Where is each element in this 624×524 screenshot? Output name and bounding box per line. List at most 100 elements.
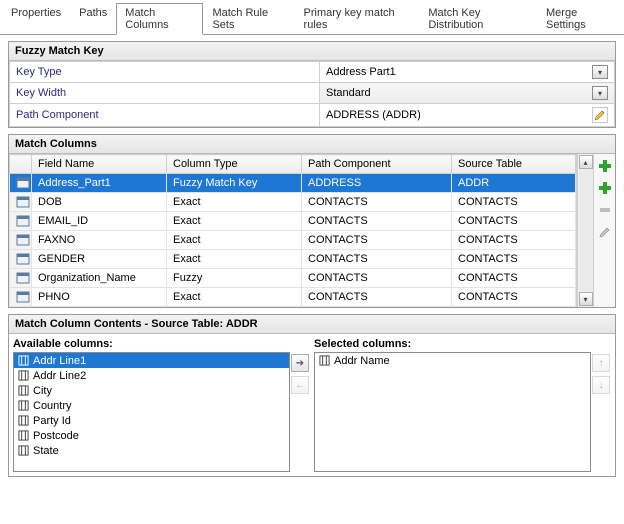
key-type-field[interactable]: Address Part1 ▾ [320, 62, 615, 83]
list-item[interactable]: City [14, 383, 289, 398]
chevron-down-icon[interactable]: ▾ [592, 65, 608, 79]
list-item[interactable]: Country [14, 398, 289, 413]
row-icon [10, 174, 32, 193]
cell-path-component: CONTACTS [302, 231, 452, 250]
vertical-scrollbar[interactable]: ▴ ▾ [577, 154, 593, 307]
table-row[interactable]: GENDERExactCONTACTSCONTACTS [10, 250, 576, 269]
cell-source-table: CONTACTS [452, 212, 576, 231]
col-column-type[interactable]: Column Type [167, 155, 302, 174]
list-item[interactable]: Party Id [14, 413, 289, 428]
cell-path-component: CONTACTS [302, 212, 452, 231]
pencil-icon[interactable] [592, 107, 608, 123]
list-item-label: Addr Name [334, 355, 390, 367]
path-component-value: ADDRESS (ADDR) [326, 109, 421, 121]
table-row[interactable]: Organization_NameFuzzyCONTACTSCONTACTS [10, 269, 576, 288]
cell-source-table: CONTACTS [452, 269, 576, 288]
list-item-label: State [33, 445, 59, 457]
move-up-button[interactable]: ↑ [592, 354, 610, 372]
tab-properties[interactable]: Properties [2, 3, 70, 35]
chevron-down-icon[interactable]: ▾ [592, 86, 608, 100]
table-row[interactable]: FAXNOExactCONTACTSCONTACTS [10, 231, 576, 250]
table-row[interactable]: DOBExactCONTACTSCONTACTS [10, 193, 576, 212]
available-columns-label: Available columns: [13, 338, 310, 350]
path-component-field[interactable]: ADDRESS (ADDR) [320, 104, 615, 127]
row-icon [10, 288, 32, 307]
move-down-button[interactable]: ↓ [592, 376, 610, 394]
row-icon [10, 212, 32, 231]
list-item[interactable]: Addr Line1 [14, 353, 289, 368]
cell-column-type: Fuzzy [167, 269, 302, 288]
table-row[interactable]: Address_Part1Fuzzy Match KeyADDRESSADDR [10, 174, 576, 193]
cell-source-table: CONTACTS [452, 250, 576, 269]
remove-button[interactable] [596, 201, 614, 219]
match-columns-panel: Match Columns Field Name Column Type Pat… [8, 134, 616, 308]
tab-primary-key-match-rules[interactable]: Primary key match rules [295, 3, 420, 35]
row-icon [10, 231, 32, 250]
fuzzy-panel-title: Fuzzy Match Key [9, 42, 615, 61]
cell-path-component: ADDRESS [302, 174, 452, 193]
tab-match-columns[interactable]: Match Columns [116, 3, 203, 35]
row-icon [10, 193, 32, 212]
list-item-label: Country [33, 400, 72, 412]
cell-column-type: Exact [167, 193, 302, 212]
cell-path-component: CONTACTS [302, 269, 452, 288]
row-icon [10, 250, 32, 269]
column-icon [18, 385, 29, 396]
list-item-label: Addr Line2 [33, 370, 86, 382]
list-item[interactable]: State [14, 443, 289, 458]
tab-merge-settings[interactable]: Merge Settings [537, 3, 622, 35]
cell-path-component: CONTACTS [302, 250, 452, 269]
tab-paths[interactable]: Paths [70, 3, 116, 35]
selected-columns-list[interactable]: Addr Name [314, 352, 591, 472]
match-columns-toolbar [593, 154, 615, 307]
table-row[interactable]: EMAIL_IDExactCONTACTSCONTACTS [10, 212, 576, 231]
add-button[interactable] [596, 157, 614, 175]
list-item[interactable]: Addr Line2 [14, 368, 289, 383]
scroll-down-icon[interactable]: ▾ [579, 292, 593, 306]
scroll-up-icon[interactable]: ▴ [579, 155, 593, 169]
edit-button[interactable] [596, 223, 614, 241]
col-source-table[interactable]: Source Table [452, 155, 576, 174]
move-right-button[interactable]: ➔ [291, 354, 309, 372]
tab-match-key-distribution[interactable]: Match Key Distribution [419, 3, 537, 35]
available-columns-list[interactable]: Addr Line1 Addr Line2 City CountryParty Id P… [13, 352, 290, 472]
key-width-field[interactable]: Standard ▾ [320, 83, 615, 104]
cell-source-table: ADDR [452, 174, 576, 193]
list-item[interactable]: Postcode [14, 428, 289, 443]
col-field-name[interactable]: Field Name [32, 155, 167, 174]
key-type-label: Key Type [10, 62, 320, 83]
cell-field-name: DOB [32, 193, 167, 212]
column-icon [18, 415, 29, 426]
column-icon [18, 400, 29, 411]
move-left-button[interactable]: ← [291, 376, 309, 394]
cell-column-type: Exact [167, 212, 302, 231]
column-icon [18, 355, 29, 366]
list-item-label: City [33, 385, 52, 397]
cell-column-type: Fuzzy Match Key [167, 174, 302, 193]
cell-path-component: CONTACTS [302, 288, 452, 307]
row-icon [10, 269, 32, 288]
tab-bar: Properties Paths Match Columns Match Rul… [0, 0, 624, 35]
cell-field-name: FAXNO [32, 231, 167, 250]
cell-column-type: Exact [167, 231, 302, 250]
cell-source-table: CONTACTS [452, 288, 576, 307]
contents-panel-title: Match Column Contents - Source Table: AD… [9, 315, 615, 334]
path-component-label: Path Component [10, 104, 320, 127]
cell-column-type: Exact [167, 250, 302, 269]
add-secondary-button[interactable] [596, 179, 614, 197]
scroll-track[interactable] [579, 170, 593, 291]
tab-match-rule-sets[interactable]: Match Rule Sets [203, 3, 294, 35]
list-item[interactable]: Addr Name [315, 353, 590, 368]
list-item-label: Postcode [33, 430, 79, 442]
cell-field-name: Address_Part1 [32, 174, 167, 193]
column-icon [18, 370, 29, 381]
cell-field-name: Organization_Name [32, 269, 167, 288]
cell-source-table: CONTACTS [452, 231, 576, 250]
table-row[interactable]: PHNOExactCONTACTSCONTACTS [10, 288, 576, 307]
key-width-label: Key Width [10, 83, 320, 104]
fuzzy-match-key-panel: Fuzzy Match Key Key Type Address Part1 ▾… [8, 41, 616, 128]
match-columns-table[interactable]: Field Name Column Type Path Component So… [9, 154, 576, 307]
cell-field-name: PHNO [32, 288, 167, 307]
cell-source-table: CONTACTS [452, 193, 576, 212]
col-path-component[interactable]: Path Component [302, 155, 452, 174]
